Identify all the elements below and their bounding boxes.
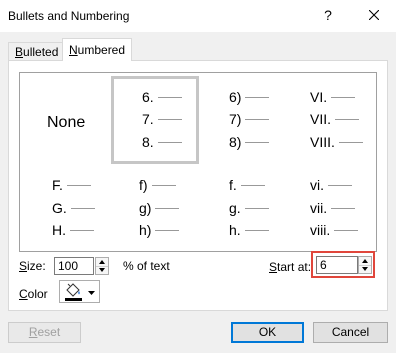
close-icon	[368, 9, 380, 21]
text-placeholder-line	[155, 229, 180, 231]
list-item: h.	[229, 222, 269, 238]
size-label: Size:	[19, 259, 46, 273]
list-item: g.	[229, 200, 269, 216]
text-placeholder-line	[328, 184, 352, 186]
list-item: viii.	[310, 222, 359, 238]
list-item: F.	[52, 177, 91, 193]
paint-bucket-icon	[65, 283, 82, 301]
none-label: None	[47, 114, 86, 131]
text-placeholder-line	[244, 229, 269, 231]
close-button[interactable]	[364, 4, 384, 26]
text-placeholder-line	[157, 96, 182, 98]
text-placeholder-line	[157, 118, 182, 120]
text-placeholder-line	[245, 141, 270, 143]
list-item: VI.	[310, 89, 356, 105]
gallery-option-arabic-paren[interactable]: 6) 7) 8)	[199, 76, 287, 164]
text-placeholder-line	[151, 184, 176, 186]
list-item: 7)	[229, 111, 270, 127]
gallery-option-lower-letter-paren[interactable]: f) g) h)	[111, 164, 199, 252]
gallery-option-arabic-period[interactable]: 6. 7. 8.	[111, 76, 199, 164]
gallery-option-upper-roman[interactable]: VI. VII. VIII.	[287, 76, 375, 164]
start-at-spinner[interactable]	[358, 256, 372, 274]
help-button[interactable]: ?	[318, 4, 338, 26]
list-item: vii.	[310, 200, 356, 216]
list-item: g)	[139, 200, 180, 216]
text-placeholder-line	[240, 184, 265, 186]
chevron-down-icon	[88, 291, 95, 295]
spin-down-icon[interactable]	[359, 265, 371, 273]
list-item: f.	[229, 177, 265, 193]
gallery-option-upper-letter[interactable]: F. G. H.	[23, 164, 111, 252]
list-item: 8.	[142, 134, 182, 150]
text-placeholder-line	[70, 229, 94, 231]
reset-button[interactable]: Reset	[8, 322, 81, 343]
gallery-option-lower-roman[interactable]: vi. vii. viii.	[287, 164, 375, 252]
text-placeholder-line	[338, 141, 363, 143]
gallery-option-none[interactable]: None	[23, 76, 111, 164]
text-placeholder-line	[66, 184, 91, 186]
text-placeholder-line	[244, 207, 269, 209]
size-input[interactable]: 100	[54, 257, 94, 275]
list-item: 6)	[229, 89, 270, 105]
start-at-label: Start at:	[269, 260, 312, 274]
text-placeholder-line	[331, 207, 356, 209]
list-item: 6.	[142, 89, 182, 105]
cancel-button[interactable]: Cancel	[313, 322, 388, 343]
text-placeholder-line	[335, 118, 360, 120]
list-item: f)	[139, 177, 176, 193]
text-placeholder-line	[331, 96, 356, 98]
ok-button[interactable]: OK	[231, 322, 304, 343]
text-placeholder-line	[334, 229, 359, 231]
text-placeholder-line	[70, 207, 95, 209]
size-spinner[interactable]	[95, 257, 109, 275]
list-item: 7.	[142, 111, 182, 127]
color-picker-button[interactable]	[59, 280, 100, 303]
list-item: h)	[139, 222, 180, 238]
list-item: H.	[52, 222, 94, 238]
tab-bulleted[interactable]: Bulleted	[8, 42, 66, 61]
percent-of-text-label: % of text	[123, 259, 170, 273]
text-placeholder-line	[245, 118, 270, 120]
text-placeholder-line	[157, 141, 182, 143]
list-item: VIII.	[310, 134, 363, 150]
text-placeholder-line	[155, 207, 180, 209]
list-item: G.	[52, 200, 95, 216]
list-item: vi.	[310, 177, 352, 193]
spin-down-icon[interactable]	[96, 266, 108, 274]
window-title: Bullets and Numbering	[8, 9, 130, 23]
gallery-option-lower-letter-period[interactable]: f. g. h.	[199, 164, 287, 252]
tab-numbered[interactable]: Numbered	[62, 38, 133, 61]
numbering-gallery: None 6. 7. 8. 6) 7) 8) VI. VII. VIII. F.…	[19, 72, 377, 252]
text-placeholder-line	[245, 96, 270, 98]
start-at-input[interactable]: 6	[316, 256, 358, 274]
title-bar: Bullets and Numbering ?	[0, 0, 396, 32]
list-item: 8)	[229, 134, 270, 150]
list-item: VII.	[310, 111, 360, 127]
color-label: Color	[19, 287, 48, 301]
